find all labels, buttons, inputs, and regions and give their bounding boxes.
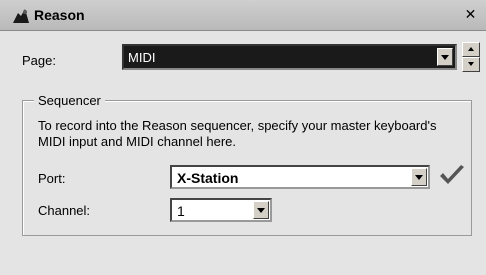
chevron-down-icon bbox=[441, 55, 449, 60]
page-select[interactable]: MIDI bbox=[122, 44, 457, 70]
checkmark-icon bbox=[440, 165, 464, 184]
channel-select-value: 1 bbox=[177, 203, 185, 219]
port-dropdown-button[interactable] bbox=[411, 168, 427, 186]
channel-label: Channel: bbox=[38, 203, 91, 218]
port-select-value: X-Station bbox=[177, 170, 239, 186]
window-title: Reason bbox=[34, 7, 85, 23]
channel-select[interactable]: 1 bbox=[170, 198, 272, 222]
sequencer-group-legend: Sequencer bbox=[34, 93, 105, 108]
page-previous-button[interactable] bbox=[462, 42, 480, 57]
close-button[interactable]: ✕ bbox=[463, 8, 478, 23]
preferences-window: Reason ✕ Page: MIDI Sequencer To record … bbox=[0, 0, 486, 275]
port-select[interactable]: X-Station bbox=[170, 165, 430, 189]
page-dropdown-button[interactable] bbox=[437, 48, 453, 66]
page-next-button[interactable] bbox=[462, 57, 480, 72]
chevron-down-icon bbox=[415, 175, 423, 180]
chevron-down-icon bbox=[257, 208, 265, 213]
arrow-up-icon bbox=[468, 47, 474, 51]
title-bar[interactable]: Reason ✕ bbox=[0, 0, 486, 31]
page-label: Page: bbox=[22, 53, 56, 68]
page-spinner[interactable] bbox=[462, 42, 480, 72]
channel-dropdown-button[interactable] bbox=[253, 201, 269, 219]
sequencer-description: To record into the Reason sequencer, spe… bbox=[38, 118, 437, 149]
page-select-value: MIDI bbox=[128, 50, 156, 65]
arrow-down-icon bbox=[468, 62, 474, 66]
reason-app-icon bbox=[13, 9, 29, 23]
port-label: Port: bbox=[38, 171, 66, 186]
